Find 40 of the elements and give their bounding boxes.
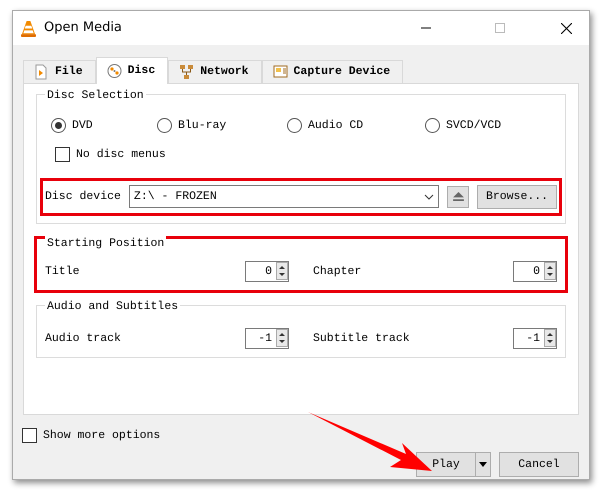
number-spinbox[interactable]: -1 <box>513 328 557 349</box>
play-menu-button[interactable] <box>476 452 491 478</box>
field-label: Title <box>45 264 81 280</box>
disc-device-dropdown[interactable]: Z:\ - FROZEN <box>128 185 439 208</box>
disc-icon <box>106 63 122 79</box>
spin-arrows-icon <box>276 262 288 280</box>
field-label: Audio track <box>45 330 122 346</box>
checkbox-option[interactable]: Show more options <box>22 427 589 444</box>
close-icon <box>560 22 572 34</box>
browse-button[interactable]: Browse... <box>477 184 557 209</box>
radio-option[interactable]: Blu-ray <box>157 117 287 134</box>
file-icon <box>34 64 49 80</box>
field-label: Disc device <box>45 189 121 205</box>
radio-option[interactable]: DVD <box>51 117 157 134</box>
number-spinbox[interactable]: 0 <box>245 260 289 282</box>
network-icon <box>179 64 194 80</box>
chevron-down-icon <box>424 194 434 200</box>
cone-icon <box>21 20 36 36</box>
field-label: Chapter <box>313 264 362 280</box>
play-button[interactable]: Play <box>416 452 476 478</box>
spin-arrows-icon <box>544 262 556 280</box>
eject-icon <box>452 192 464 202</box>
window-title: Open Media <box>44 19 122 38</box>
tab[interactable]: File <box>23 60 96 83</box>
radio-option[interactable]: SVCD/VCD <box>425 117 502 134</box>
spin-arrows-icon <box>276 329 288 348</box>
tab[interactable]: Network <box>168 60 262 83</box>
tab[interactable]: Disc <box>96 57 168 84</box>
capture-card-icon <box>272 64 288 80</box>
number-spinbox[interactable]: -1 <box>245 328 289 349</box>
checkbox-option[interactable]: No disc menus <box>55 146 166 164</box>
spin-arrows-icon <box>544 329 556 348</box>
number-spinbox[interactable]: 0 <box>513 260 557 282</box>
caret-icon <box>479 462 487 468</box>
maximize-icon <box>495 23 505 33</box>
radio-option[interactable]: Audio CD <box>287 117 425 134</box>
cancel-button[interactable]: Cancel <box>499 452 579 478</box>
field-label: Subtitle track <box>313 330 411 346</box>
eject-button[interactable] <box>447 186 469 208</box>
tab[interactable]: Capture Device <box>262 60 404 83</box>
